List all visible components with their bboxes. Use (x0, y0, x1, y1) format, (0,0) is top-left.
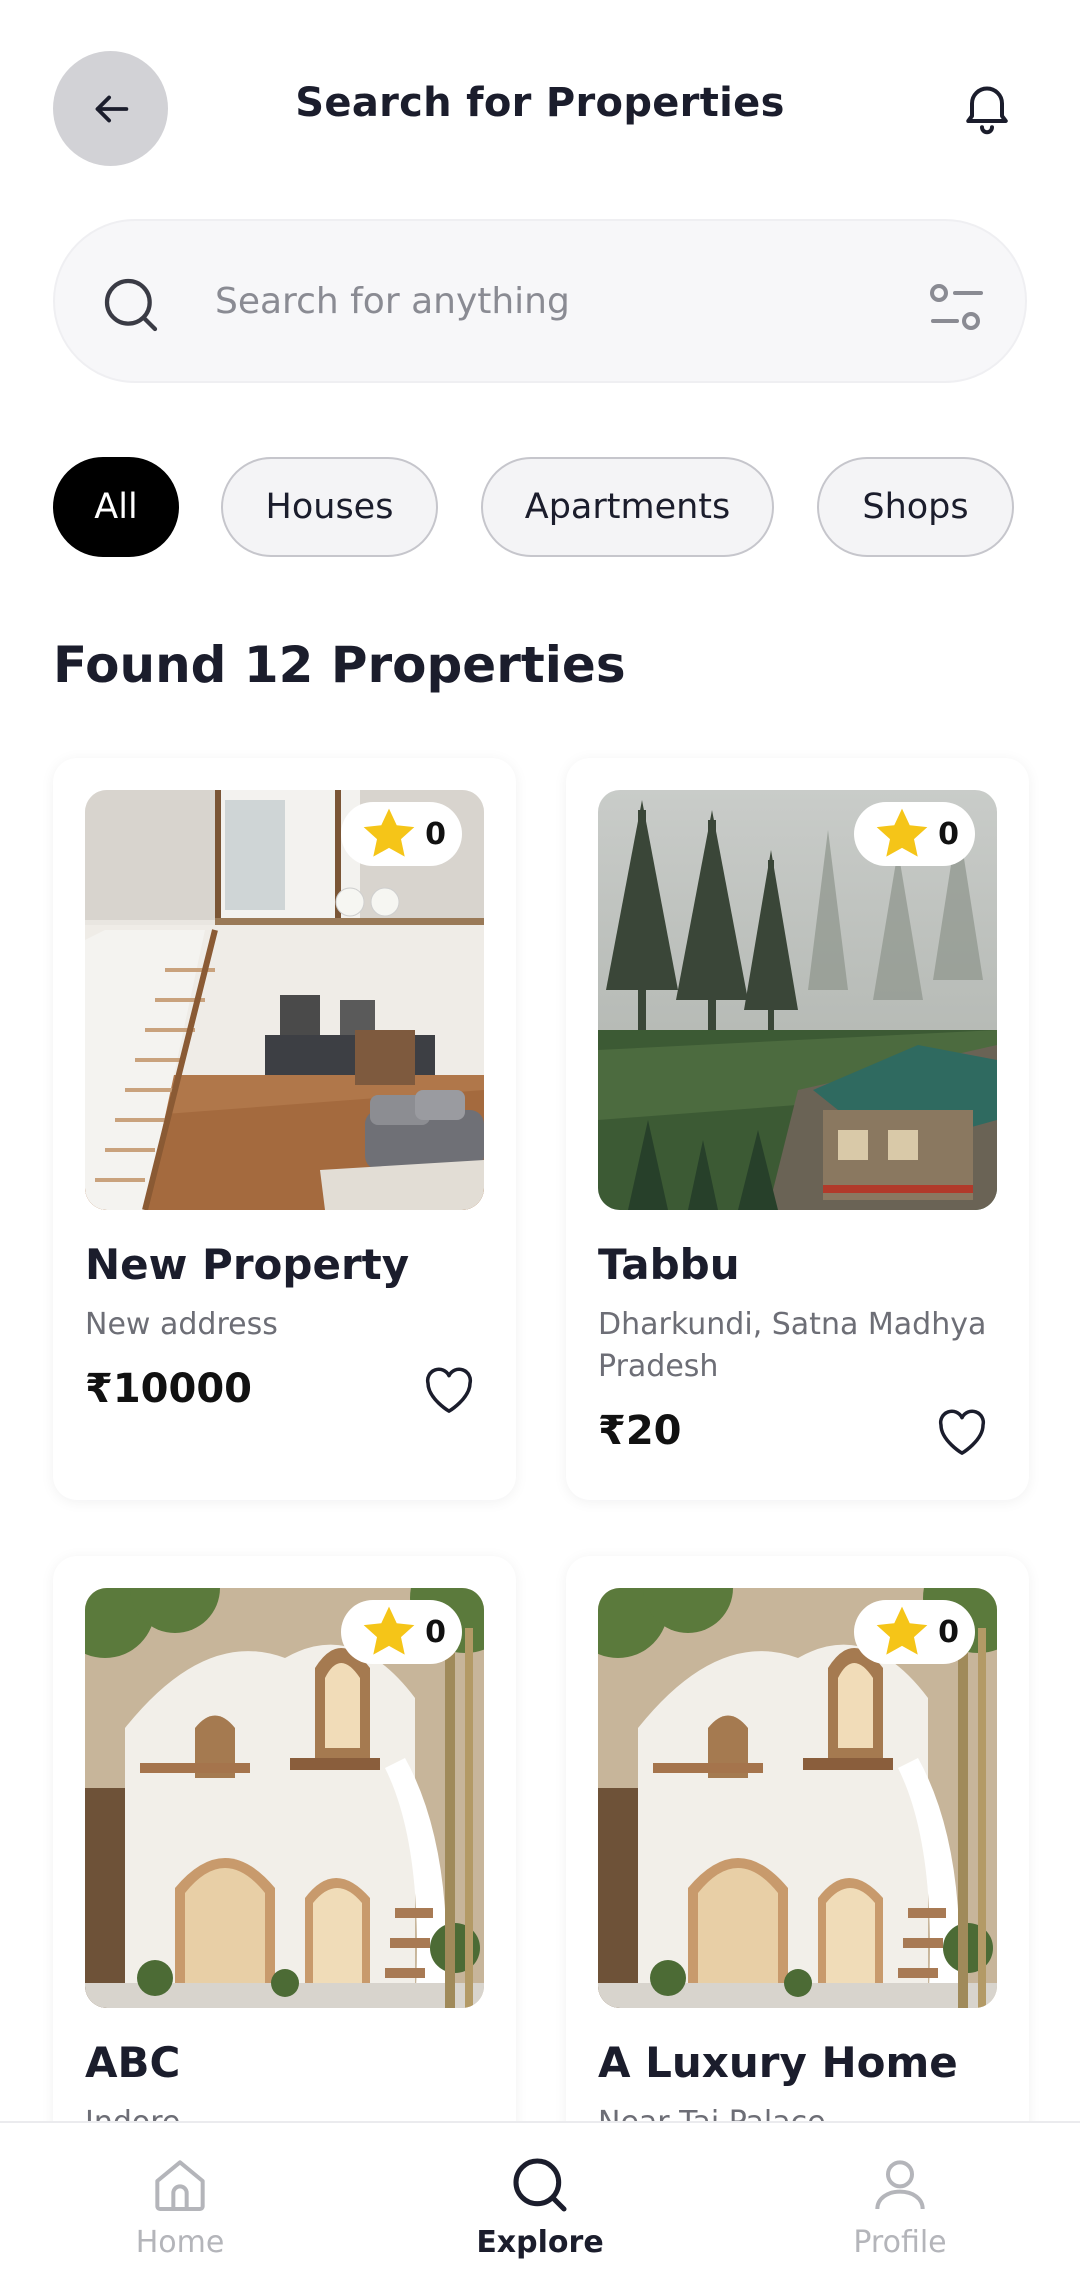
star-icon (876, 808, 928, 857)
property-price: ₹10000 (85, 1366, 252, 1412)
property-image: 0 (598, 790, 997, 1210)
nav-label: Home (135, 2225, 225, 2260)
rating-badge: 0 (854, 1600, 975, 1664)
nav-explore[interactable]: Explore (420, 2123, 660, 2288)
property-card[interactable]: 0 New Property New address ₹10000 (53, 758, 516, 1500)
property-image: 0 (85, 790, 484, 1210)
rating-value: 0 (938, 816, 959, 852)
filter-sliders-icon[interactable] (927, 279, 987, 335)
property-address: Dharkundi, Satna Madhya Pradesh (598, 1307, 987, 1384)
property-name: Tabbu (598, 1240, 740, 1289)
property-name: A Luxury Home (598, 2038, 958, 2087)
chip-all[interactable]: All (53, 457, 179, 557)
rating-value: 0 (425, 1614, 446, 1650)
rating-badge: 0 (341, 802, 462, 866)
property-address: New address (85, 1307, 278, 1342)
property-image: 0 (598, 1588, 997, 2008)
chip-houses[interactable]: Houses (221, 457, 438, 557)
rating-value: 0 (938, 1614, 959, 1650)
nav-label: Profile (853, 2225, 947, 2260)
home-icon (155, 2160, 205, 2211)
search-icon (104, 278, 158, 332)
nav-label: Explore (476, 2225, 604, 2260)
chip-apartments[interactable]: Apartments (481, 457, 774, 557)
star-icon (363, 1606, 415, 1655)
notification-button[interactable] (955, 74, 1019, 138)
rating-badge: 0 (341, 1600, 462, 1664)
rating-badge: 0 (854, 802, 975, 866)
screen: Search for Properties All Houses Apartme… (0, 0, 1080, 2288)
nav-home[interactable]: Home (60, 2123, 300, 2288)
star-icon (876, 1606, 928, 1655)
property-image: 0 (85, 1588, 484, 2008)
heart-icon[interactable] (421, 1363, 477, 1415)
property-card[interactable]: 0 Tabbu Dharkundi, Satna Madhya Pradesh … (566, 758, 1029, 1500)
user-icon (875, 2160, 925, 2210)
nav-profile[interactable]: Profile (780, 2123, 1020, 2288)
chip-shops[interactable]: Shops (817, 457, 1014, 557)
search-input[interactable] (215, 271, 835, 331)
rating-value: 0 (425, 816, 446, 852)
bottom-nav: Home Explore Profile (0, 2121, 1080, 2288)
results-count-title: Found 12 Properties (53, 636, 626, 694)
page-title: Search for Properties (295, 80, 785, 126)
property-name: New Property (85, 1240, 410, 1289)
property-name: ABC (85, 2038, 181, 2087)
heart-icon[interactable] (934, 1405, 990, 1457)
star-icon (363, 808, 415, 857)
property-price: ₹20 (598, 1408, 682, 1454)
bell-icon (966, 86, 1008, 135)
search-bar[interactable] (53, 219, 1027, 383)
search-icon (513, 2158, 567, 2212)
